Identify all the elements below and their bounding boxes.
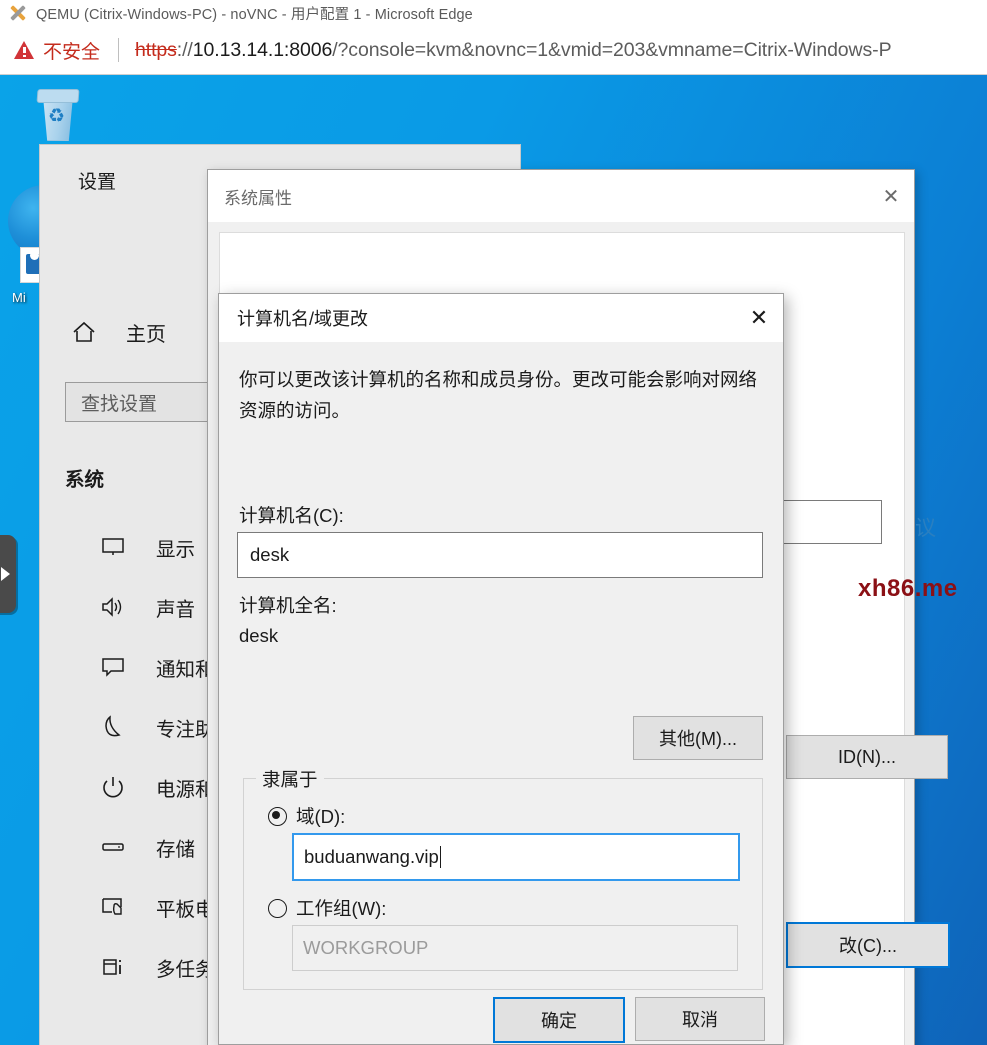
screen-root: QEMU (Citrix-Windows-PC) - noVNC - 用户配置 … — [0, 0, 987, 1045]
address-bar-divider — [118, 38, 120, 62]
expand-arrow-icon — [1, 567, 10, 581]
computer-name-value: desk — [250, 544, 290, 565]
vnc-desktop-canvas[interactable]: ♻ Mi 设置 主页 查找设置 系统 显示 声音 通知和操作 专注助手 电源和睡… — [0, 75, 987, 1045]
url-scheme: https — [135, 38, 177, 61]
domain-value: buduanwang.vip — [304, 846, 439, 867]
network-id-button[interactable]: ID(N)... — [786, 735, 948, 779]
change-button[interactable]: 改(C)... — [786, 922, 950, 968]
security-status-label: 不安全 — [43, 41, 101, 63]
home-icon — [64, 319, 104, 345]
workgroup-radio[interactable]: 工作组(W): — [268, 895, 386, 921]
browser-tab-strip: QEMU (Citrix-Windows-PC) - noVNC - 用户配置 … — [0, 0, 987, 26]
watermark-text: xh86.me — [858, 575, 958, 602]
dialog-description: 你可以更改该计算机的名称和成员身份。更改可能会影响对网络资源的访问。 — [239, 369, 758, 421]
settings-section-title: 系统 — [65, 469, 105, 491]
browser-address-bar[interactable]: 不安全 https://10.13.14.1:8006/?console=kvm… — [0, 26, 987, 75]
member-of-legend: 隶属于 — [256, 766, 324, 792]
system-properties-title: 系统属性 — [224, 188, 292, 208]
monitor-icon — [100, 534, 134, 560]
more-button[interactable]: 其他(M)... — [633, 716, 763, 760]
full-computer-name-label: 计算机全名: — [239, 595, 337, 616]
multitask-icon — [100, 954, 134, 980]
recycle-bin-icon[interactable]: ♻ — [32, 87, 88, 143]
power-icon — [100, 774, 134, 800]
domain-radio[interactable]: 域(D): — [268, 803, 345, 829]
protocol-blue-text: 议 — [915, 517, 936, 540]
dialog-body: 你可以更改该计算机的名称和成员身份。更改可能会影响对网络资源的访问。 计算机名(… — [219, 342, 783, 1044]
radio-dot-icon — [268, 806, 287, 826]
domain-input[interactable]: buduanwang.vip — [292, 833, 740, 881]
novnc-x-icon — [8, 3, 28, 23]
url-text[interactable]: https://10.13.14.1:8006/?console=kvm&nov… — [135, 39, 891, 62]
tablet-icon — [100, 894, 134, 920]
text-caret — [439, 846, 442, 868]
computer-name-input[interactable]: desk — [237, 532, 763, 578]
mi-app-label: Mi — [12, 290, 26, 305]
settings-home-label: 主页 — [126, 323, 166, 346]
full-computer-name-value: desk — [239, 625, 279, 646]
sidebar-label: 显示 — [156, 538, 196, 561]
moon-icon — [100, 714, 134, 740]
member-of-groupbox: 隶属于 域(D): buduanwang.vip 工作组(W): WORKGRO… — [243, 766, 763, 990]
browser-tab-title[interactable]: QEMU (Citrix-Windows-PC) - noVNC - 用户配置 … — [36, 3, 473, 24]
close-icon[interactable]: ✕ — [868, 170, 914, 222]
radio-empty-icon — [268, 898, 287, 918]
url-separator: :// — [176, 38, 193, 61]
speaker-icon — [100, 594, 134, 620]
novnc-control-bar-handle[interactable] — [0, 535, 16, 613]
workgroup-input: WORKGROUP — [292, 925, 738, 971]
dialog-title: 计算机名/域更改 — [237, 309, 369, 329]
computer-name-label: 计算机名(C): — [239, 505, 344, 526]
search-placeholder: 查找设置 — [81, 393, 158, 415]
close-icon[interactable]: ✕ — [735, 294, 783, 342]
domain-radio-label: 域(D): — [296, 806, 346, 827]
dialog-cancel-button[interactable]: 取消 — [635, 997, 765, 1041]
url-path: /?console=kvm&novnc=1&vmid=203&vmname=Ci… — [332, 38, 892, 61]
dialog-title-bar: 计算机名/域更改 ✕ — [219, 294, 783, 342]
workgroup-radio-label: 工作组(W): — [296, 898, 387, 919]
dialog-ok-button[interactable]: 确定 — [493, 997, 625, 1043]
drive-icon — [100, 834, 134, 860]
settings-window-title: 设置 — [78, 172, 117, 193]
computer-name-domain-dialog[interactable]: 计算机名/域更改 ✕ 你可以更改该计算机的名称和成员身份。更改可能会影响对网络资… — [218, 293, 784, 1045]
workgroup-placeholder: WORKGROUP — [303, 937, 429, 958]
sidebar-label: 存储 — [156, 838, 196, 861]
system-properties-title-bar: 系统属性 ✕ — [208, 170, 914, 222]
sidebar-label: 声音 — [156, 598, 196, 621]
chat-bubble-icon — [100, 654, 134, 680]
url-host: 10.13.14.1:8006 — [192, 38, 333, 61]
warning-triangle-icon[interactable] — [14, 41, 34, 59]
